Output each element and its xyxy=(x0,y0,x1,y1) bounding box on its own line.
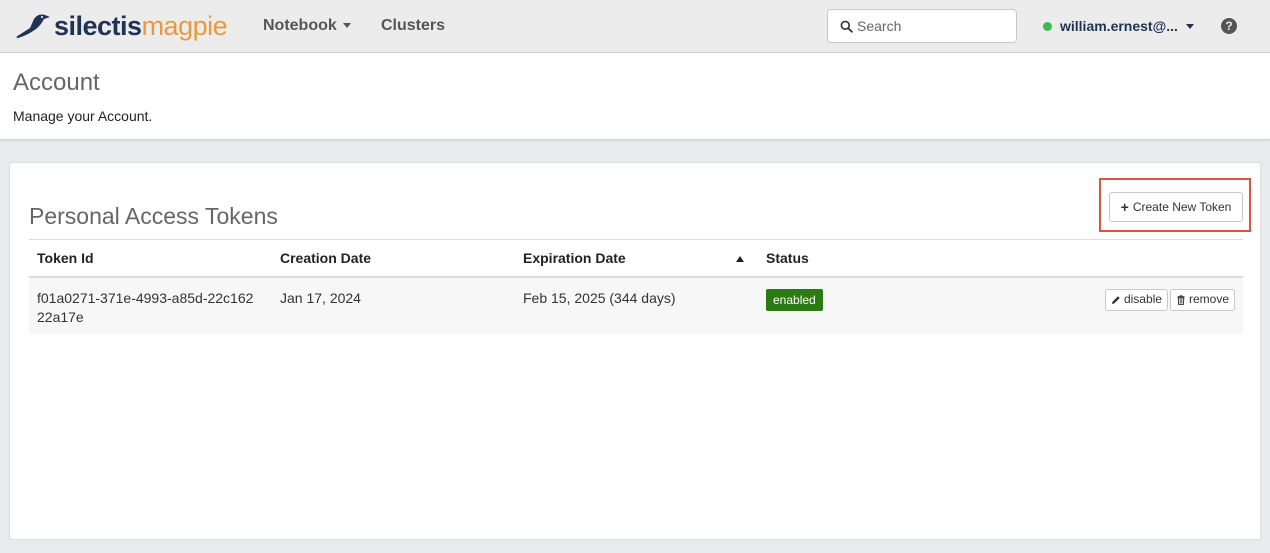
column-header-expiration-date[interactable]: Expiration Date xyxy=(515,240,758,277)
table-header-row: Token Id Creation Date Expiration Date S… xyxy=(29,239,1243,277)
disable-button[interactable]: disable xyxy=(1104,288,1168,311)
status-badge: enabled xyxy=(766,288,823,311)
column-header-creation-date[interactable]: Creation Date xyxy=(272,240,515,277)
help-icon[interactable]: ? xyxy=(1221,18,1237,34)
token-id-cell: f01a0271-371e-4993-a85d-22c162 22a17e xyxy=(29,277,272,334)
logo-text-secondary: magpie xyxy=(141,10,228,41)
trash-icon xyxy=(1177,294,1185,305)
token-id-line1: f01a0271-371e-4993-a85d-22c162 xyxy=(37,289,254,306)
nav-clusters-link[interactable]: Clusters xyxy=(381,17,445,35)
column-header-token-id[interactable]: Token Id xyxy=(29,240,272,277)
top-navbar: silectismagpie Notebook Clusters william… xyxy=(0,0,1270,53)
search-icon xyxy=(840,20,853,33)
remove-button[interactable]: remove xyxy=(1169,288,1235,311)
actions-cell: disable remove xyxy=(958,277,1243,334)
plus-icon: + xyxy=(1120,199,1129,215)
column-header-expiration-label: Expiration Date xyxy=(523,249,626,266)
search-box xyxy=(827,9,1017,43)
page-subtitle: Manage your Account. xyxy=(13,108,153,124)
tokens-table: Token Id Creation Date Expiration Date S… xyxy=(29,239,1243,334)
page-header: Account Manage your Account. xyxy=(0,53,1270,140)
brand-logo[interactable]: silectismagpie xyxy=(14,8,228,44)
search-input[interactable] xyxy=(857,18,1007,34)
table-row: f01a0271-371e-4993-a85d-22c162 22a17e Ja… xyxy=(29,276,1243,334)
nav-clusters-label: Clusters xyxy=(381,17,446,34)
magpie-bird-icon xyxy=(16,14,50,40)
logo-text-primary: silectis xyxy=(54,10,142,41)
chevron-down-icon xyxy=(1185,23,1194,29)
chevron-down-icon xyxy=(342,23,351,29)
create-new-token-button[interactable]: + Create New Token xyxy=(1109,192,1243,222)
expiration-date-cell: Feb 15, 2025 (344 days) xyxy=(523,289,676,306)
token-id-line2: 22a17e xyxy=(37,308,84,325)
online-status-dot xyxy=(1043,21,1052,31)
creation-date-cell: Jan 17, 2024 xyxy=(280,289,361,306)
page-title: Account xyxy=(13,69,100,96)
panel-title: Personal Access Tokens xyxy=(29,203,278,229)
user-name: william.ernest@... xyxy=(1060,18,1178,34)
tokens-panel: Personal Access Tokens + Create New Toke… xyxy=(9,162,1261,540)
remove-label: remove xyxy=(1188,292,1229,306)
sort-ascending-icon xyxy=(736,255,744,262)
user-menu-dropdown[interactable]: william.ernest@... xyxy=(1043,18,1194,34)
nav-notebook-dropdown[interactable]: Notebook xyxy=(263,17,351,35)
disable-label: disable xyxy=(1123,292,1162,306)
column-header-actions xyxy=(958,240,1243,277)
status-cell: enabled xyxy=(758,277,958,334)
nav-notebook-label: Notebook xyxy=(263,17,337,34)
column-header-status[interactable]: Status xyxy=(758,240,958,277)
pencil-icon xyxy=(1111,295,1120,304)
create-new-token-label: Create New Token xyxy=(1132,200,1232,214)
